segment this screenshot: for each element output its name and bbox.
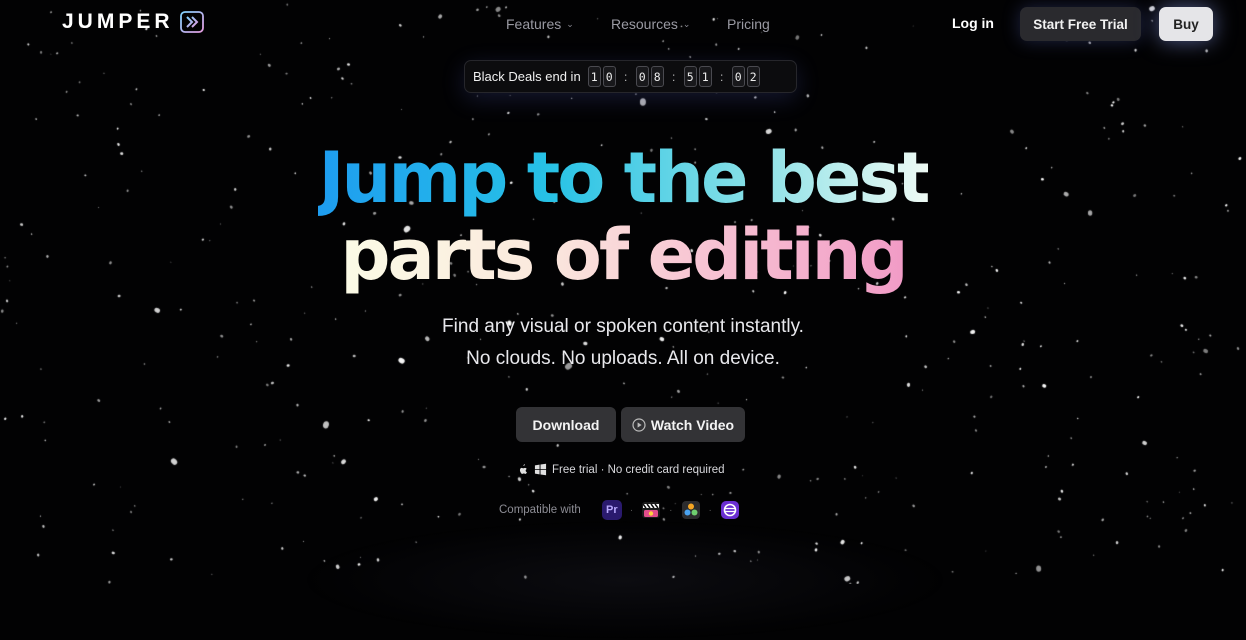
login-link[interactable]: Log in (952, 15, 994, 31)
trial-note: Free trial · No credit card required (516, 463, 725, 476)
countdown-digit: 8 (650, 66, 664, 87)
premiere-pro-text: Pr (606, 504, 618, 516)
countdown-minutes: 5 1 (683, 66, 712, 87)
countdown-days: 1 0 (587, 66, 616, 87)
hero-headline: Jump to the best parts of editing (0, 140, 1246, 294)
headline-line-1: Jump to the best (318, 137, 930, 219)
logo-text: JUMPER (62, 10, 174, 33)
nav-features[interactable]: Features ⌄ (506, 15, 574, 33)
davinci-resolve-icon (681, 501, 700, 519)
bottom-glow (300, 520, 950, 640)
nav-pricing[interactable]: Pricing (727, 15, 770, 33)
countdown-seconds: 0 2 (731, 66, 760, 87)
countdown-label: Black Deals end in (473, 69, 581, 84)
apple-icon (519, 464, 527, 474)
hero-subheadline: Find any visual or spoken content instan… (0, 311, 1246, 375)
countdown-digit: 0 (731, 66, 745, 87)
countdown-banner: Black Deals end in 1 0 : 0 8 : 5 1 : 0 2 (464, 60, 797, 93)
nav-resources[interactable]: Resources ⌄ (611, 15, 690, 33)
nav-features-label: Features (506, 16, 562, 32)
chevron-double-icon (179, 11, 204, 33)
start-free-trial-button[interactable]: Start Free Trial (1020, 7, 1141, 41)
buy-button[interactable]: Buy (1159, 7, 1213, 41)
countdown-separator: : (720, 69, 724, 84)
download-label: Download (532, 416, 600, 433)
countdown-digit: 0 (602, 66, 616, 87)
hero-actions: Download Watch Video (516, 407, 745, 442)
countdown-digit: 0 (635, 66, 649, 87)
avid-icon (720, 501, 739, 519)
logo[interactable]: JUMPER (62, 10, 204, 34)
subheadline-line-2: No clouds. No uploads. All on device. (466, 348, 780, 369)
watch-video-label: Watch Video (650, 416, 735, 433)
compatibility-row: Compatible with Pr · · · (499, 500, 740, 520)
countdown-digit: 1 (587, 66, 601, 87)
nav-pricing-label: Pricing (727, 16, 770, 32)
countdown-separator: : (672, 69, 676, 84)
watch-video-button[interactable]: Watch Video (621, 407, 745, 442)
subheadline-line-1: Find any visual or spoken content instan… (442, 316, 804, 337)
windows-icon (534, 463, 547, 476)
countdown-separator: : (624, 69, 628, 84)
separator-dot: · (629, 504, 634, 516)
countdown-hours: 0 8 (635, 66, 664, 87)
separator-dot: · (669, 504, 673, 516)
headline-line-2: parts of editing (340, 214, 908, 296)
trial-note-text: Free trial · No credit card required (552, 463, 725, 476)
countdown-digit: 2 (746, 66, 760, 87)
nav-resources-label: Resources (611, 16, 678, 32)
chevron-down-icon: ⌄ (566, 18, 574, 29)
countdown-digit: 5 (683, 66, 697, 87)
premiere-pro-icon: Pr (601, 500, 622, 520)
final-cut-pro-icon (642, 502, 661, 518)
separator-dot: · (708, 504, 712, 516)
compatible-label: Compatible with (499, 504, 581, 516)
play-circle-icon (632, 417, 646, 432)
chevron-down-icon: ⌄ (682, 18, 691, 29)
download-button[interactable]: Download (516, 407, 616, 442)
countdown-digit: 1 (698, 66, 712, 87)
